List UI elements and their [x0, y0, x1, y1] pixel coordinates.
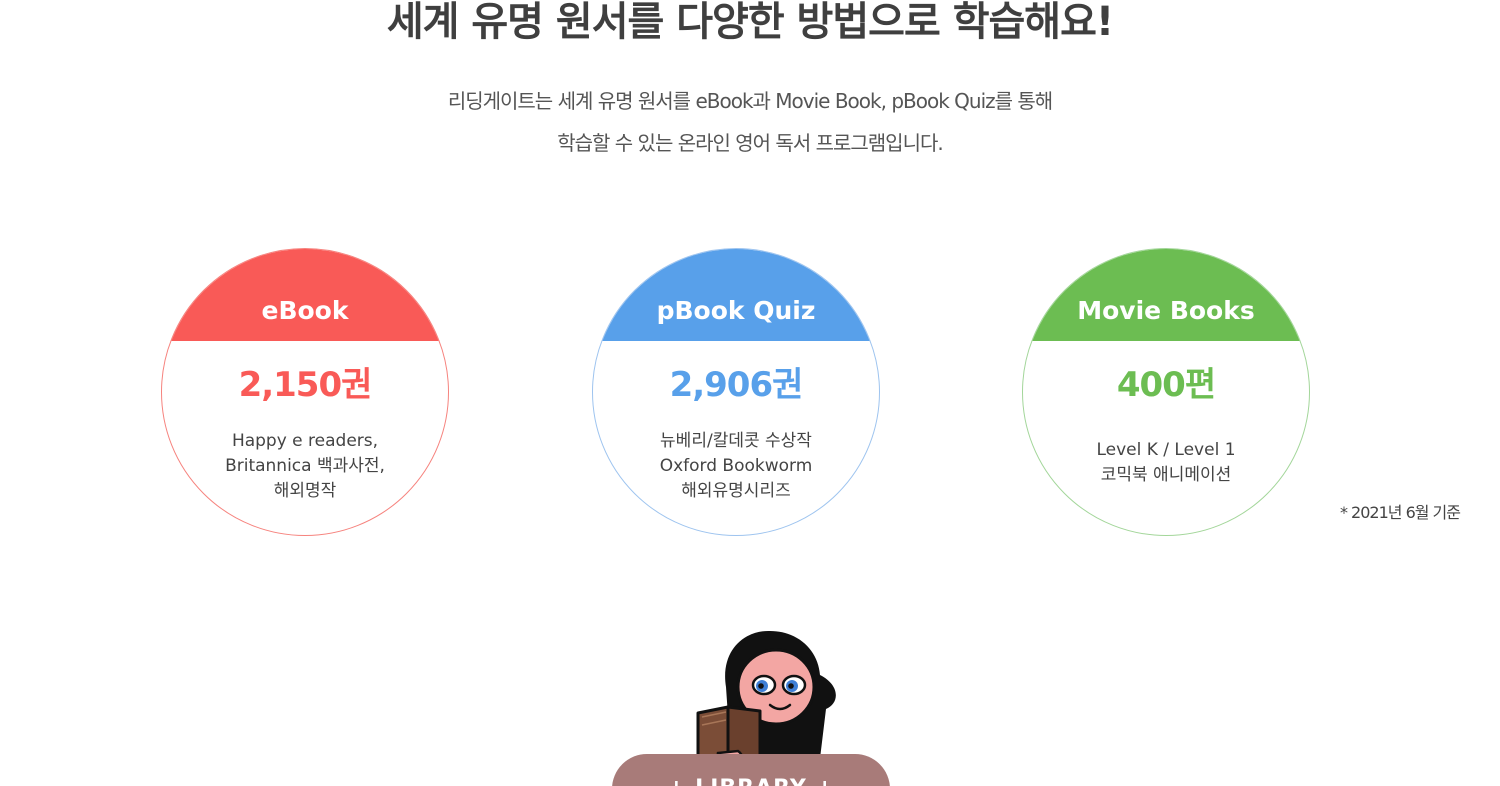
intro-line-2: 학습할 수 있는 온라인 영어 독서 프로그램입니다.	[557, 131, 944, 155]
ebook-card-description: Happy e readers, Britannica 백과사전, 해외명작	[162, 429, 448, 504]
movie-books-card: Movie Books 400편 Level K / Level 1 코믹북 애…	[1022, 248, 1310, 536]
movie-books-card-description: Level K / Level 1 코믹북 애니메이션	[1023, 438, 1309, 488]
ebook-desc-line-1: Happy e readers,	[231, 431, 379, 451]
movie-desc-line-2: 코믹북 애니메이션	[1100, 465, 1232, 485]
intro-line-1: 리딩게이트는 세계 유명 원서를 eBook과 Movie Book, pBoo…	[447, 89, 1053, 113]
page: 세계 유명 원서를 다양한 방법으로 학습해요! 리딩게이트는 세계 유명 원서…	[0, 0, 1500, 786]
pbook-desc-line-3: 해외유명시리즈	[681, 481, 791, 501]
library-button[interactable]: + LIBRARY +	[612, 754, 890, 786]
date-basis-note: * 2021년 6월 기준	[1339, 503, 1461, 522]
pbook-desc-line-1: 뉴베리/칼데콧 수상작	[660, 431, 812, 451]
page-headline: 세계 유명 원서를 다양한 방법으로 학습해요!	[386, 0, 1114, 45]
movie-books-card-title: Movie Books	[1023, 249, 1309, 341]
ebook-desc-line-3: 해외명작	[273, 481, 337, 501]
movie-books-card-count: 400편	[1116, 365, 1216, 405]
ebook-card-title: eBook	[162, 249, 448, 341]
ebook-desc-line-2: Britannica 백과사전,	[225, 456, 385, 476]
movie-desc-line-1: Level K / Level 1	[1096, 440, 1236, 460]
pbook-quiz-card-description: 뉴베리/칼데콧 수상작 Oxford Bookworm 해외유명시리즈	[593, 429, 879, 504]
ebook-card-count: 2,150권	[238, 365, 373, 405]
ebook-card: eBook 2,150권 Happy e readers, Britannica…	[161, 248, 449, 536]
pbook-quiz-card-title: pBook Quiz	[593, 249, 879, 341]
intro-text: 리딩게이트는 세계 유명 원서를 eBook과 Movie Book, pBoo…	[0, 80, 1500, 164]
pbook-quiz-card: pBook Quiz 2,906권 뉴베리/칼데콧 수상작 Oxford Boo…	[592, 248, 880, 536]
pbook-quiz-card-count: 2,906권	[669, 365, 804, 405]
reading-character-icon	[696, 630, 836, 775]
pbook-desc-line-2: Oxford Bookworm	[659, 456, 813, 476]
